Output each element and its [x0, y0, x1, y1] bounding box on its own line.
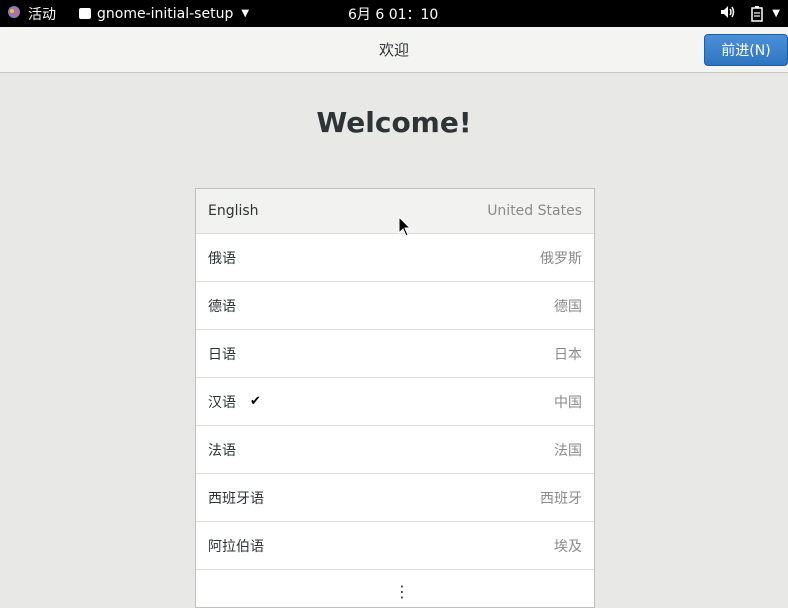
language-region: 法国 [554, 442, 582, 459]
app-menu[interactable]: gnome-initial-setup ▼ [79, 0, 249, 27]
language-region: 日本 [554, 346, 582, 363]
chevron-down-icon: ▼ [241, 8, 250, 19]
gnome-foot-icon [6, 4, 22, 24]
language-row-english[interactable]: English United States [196, 189, 594, 234]
language-list[interactable]: English United States 俄语 俄罗斯 德语 德国 日语 日本… [195, 188, 595, 608]
language-row-spanish[interactable]: 西班牙语 西班牙 [196, 474, 594, 522]
language-name: 日语 [208, 346, 236, 363]
language-name: English [208, 203, 259, 219]
language-region: 西班牙 [540, 490, 582, 507]
language-row-russian[interactable]: 俄语 俄罗斯 [196, 234, 594, 282]
app-menu-label: gnome-initial-setup [97, 5, 234, 22]
welcome-heading: Welcome! [316, 106, 472, 139]
language-row-japanese[interactable]: 日语 日本 [196, 330, 594, 378]
language-region: 俄罗斯 [540, 250, 582, 267]
page-title: 欢迎 [378, 41, 409, 59]
activities-label: 活动 [28, 6, 56, 23]
language-name: 德语 [208, 298, 236, 315]
language-name: 阿拉伯语 [208, 538, 264, 555]
language-row-chinese[interactable]: 汉语 ✔ 中国 [196, 378, 594, 426]
language-name: 西班牙语 [208, 490, 264, 507]
next-button[interactable]: 前进(N) [704, 34, 788, 66]
language-region: United States [487, 203, 582, 219]
top-panel: 活动 gnome-initial-setup ▼ 6月 6 01：10 ▼ [0, 0, 788, 27]
language-region: 德国 [554, 298, 582, 315]
language-row-arabic[interactable]: 阿拉伯语 埃及 [196, 522, 594, 570]
activities-button[interactable]: 活动 [6, 0, 56, 27]
header-bar: 欢迎 前进(N) [0, 27, 788, 73]
mouse-cursor-icon [398, 215, 412, 238]
language-row-french[interactable]: 法语 法国 [196, 426, 594, 474]
chevron-down-icon: ▼ [772, 8, 780, 19]
language-name: 俄语 [208, 250, 236, 267]
check-icon: ✔ [250, 394, 261, 409]
language-region: 埃及 [554, 538, 582, 555]
language-name: 汉语 [208, 394, 236, 411]
battery-icon: ▼ [750, 5, 780, 22]
language-row-german[interactable]: 德语 德国 [196, 282, 594, 330]
language-name: 法语 [208, 442, 236, 459]
more-languages-row[interactable]: ⋮ [196, 570, 594, 607]
speaker-icon [720, 5, 736, 23]
app-icon [79, 8, 91, 19]
clock[interactable]: 6月 6 01：10 [348, 0, 438, 27]
language-region: 中国 [554, 394, 582, 411]
system-tray[interactable]: ▼ [720, 0, 780, 27]
